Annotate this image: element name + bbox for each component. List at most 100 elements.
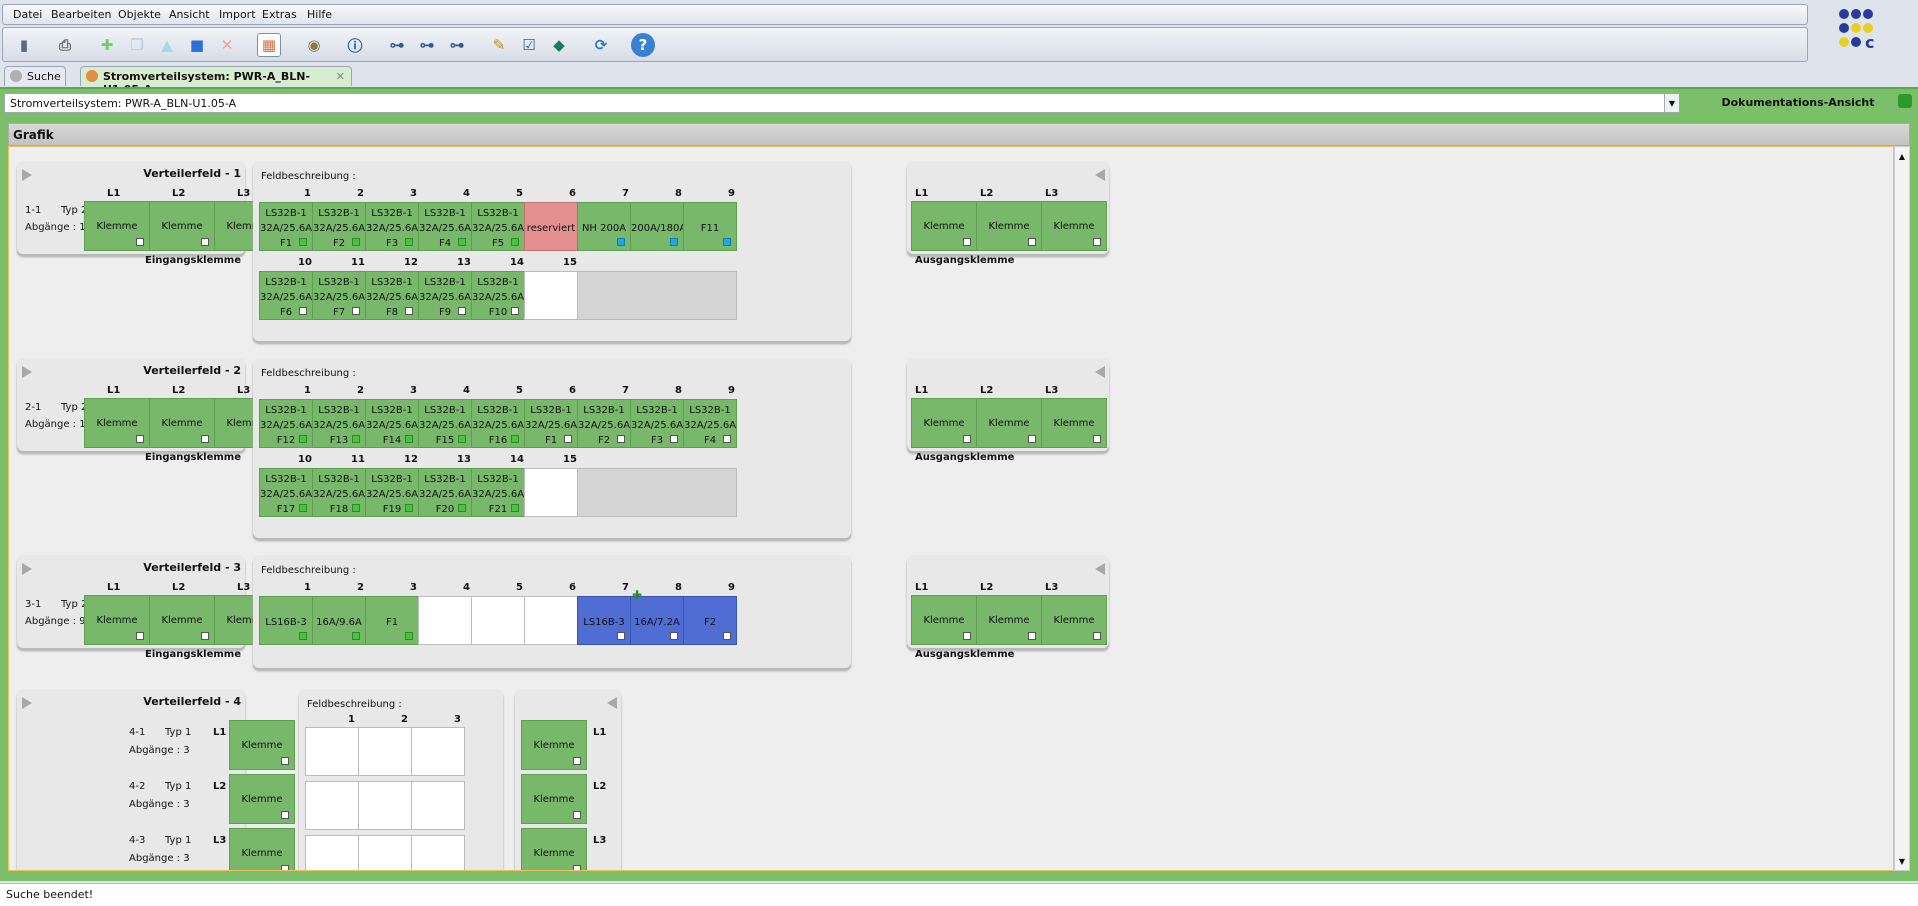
klemme-cell[interactable]: Klemme	[911, 201, 977, 251]
menu-hilfe[interactable]: Hilfe	[307, 8, 332, 21]
close-icon[interactable]: ✕	[336, 70, 345, 83]
outlet-cell[interactable]: LS32B-1 32A/25.6A F9	[418, 271, 472, 320]
outlet-cell[interactable]: LS32B-1 32A/25.6A F8	[365, 271, 419, 320]
outlet-cell[interactable]: LS32B-1 32A/25.6A F3	[630, 399, 684, 448]
help-icon[interactable]: ?	[631, 33, 655, 57]
outlet-cell[interactable]	[411, 835, 465, 870]
brush-icon[interactable]: ✎	[487, 33, 511, 57]
outlet-cell[interactable]: LS32B-1 32A/25.6A F12	[259, 399, 313, 448]
save-icon[interactable]: ■	[185, 33, 209, 57]
outlet-cell[interactable]	[411, 781, 465, 830]
outlet-cell[interactable]: 200A/180A	[630, 202, 686, 251]
paste-icon[interactable]: ▲	[155, 33, 179, 57]
klemme-cell[interactable]: Klemme	[84, 595, 150, 645]
plus-icon[interactable]: ✚	[632, 588, 642, 602]
outlet-cell[interactable]: LS32B-1 32A/25.6A F2	[312, 202, 366, 251]
outlet-cell[interactable]	[524, 468, 578, 517]
klemme-cell[interactable]: Klemme	[1041, 398, 1107, 448]
copy-icon[interactable]: ❐	[125, 33, 149, 57]
expand-right-icon[interactable]	[22, 169, 32, 181]
collapse-left-icon[interactable]	[1095, 366, 1105, 378]
tab-suche[interactable]: Suche	[4, 66, 66, 86]
object-select[interactable]: Stromverteilsystem: PWR-A_BLN-U1.05-A	[4, 93, 1680, 113]
outlet-cell[interactable]: LS32B-1 32A/25.6A F6	[259, 271, 313, 320]
outlet-cell[interactable]: LS32B-1 32A/25.6A F2	[577, 399, 631, 448]
klemme-cell[interactable]: Klemme	[521, 774, 587, 824]
klemme-cell[interactable]: Klemme	[229, 720, 295, 770]
refresh-icon[interactable]: ⟳	[589, 33, 613, 57]
menu-import[interactable]: Import	[219, 8, 256, 21]
outlet-cell[interactable]	[411, 727, 465, 776]
outlet-cell[interactable]: LS32B-1 32A/25.6A F10	[471, 271, 525, 320]
expand-right-icon[interactable]	[22, 366, 32, 378]
outlet-cell[interactable]	[524, 271, 578, 320]
klemme-cell[interactable]: Klemme	[976, 398, 1042, 448]
doc-view-icon[interactable]	[1898, 94, 1912, 108]
outlet-cell[interactable]: LS32B-1 32A/25.6A F5	[471, 202, 525, 251]
chevron-down-icon[interactable]: ▼	[1664, 94, 1679, 112]
outlet-cell[interactable]: LS32B-1 32A/25.6A F1	[259, 202, 313, 251]
klemme-cell[interactable]: Klemme	[976, 595, 1042, 645]
outlet-cell[interactable]: LS32B-1 32A/25.6A F4	[683, 399, 737, 448]
outlet-cell[interactable]: LS32B-1 32A/25.6A F4	[418, 202, 472, 251]
expand-right-icon[interactable]	[22, 697, 32, 709]
cubes-icon[interactable]: ◆	[547, 33, 571, 57]
outlet-cell[interactable]: LS32B-1 32A/25.6A F20	[418, 468, 472, 517]
klemme-cell[interactable]: Klemme	[149, 398, 215, 448]
doc-view-label[interactable]: Dokumentations-Ansicht	[1684, 92, 1912, 112]
outlet-cell[interactable]: LS32B-1 32A/25.6A F21	[471, 468, 525, 517]
klemme-cell[interactable]: Klemme	[149, 201, 215, 251]
menu-extras[interactable]: Extras	[262, 8, 297, 21]
outlet-cell[interactable]: LS32B-1 32A/25.6A F7	[312, 271, 366, 320]
klemme-cell[interactable]: Klemme	[229, 828, 295, 870]
collapse-left-icon[interactable]	[1095, 169, 1105, 181]
outlet-cell[interactable]: NH 200A	[577, 202, 631, 251]
door-icon[interactable]: ▮	[12, 33, 36, 57]
network-icon[interactable]: ⊶	[445, 33, 469, 57]
outlet-cell[interactable]: LS32B-1 32A/25.6A F14	[365, 399, 419, 448]
network-icon[interactable]: ⊶	[385, 33, 409, 57]
outlet-cell[interactable]: LS32B-1 32A/25.6A F19	[365, 468, 419, 517]
outlet-cell[interactable]	[305, 727, 359, 776]
collapse-left-icon[interactable]	[1095, 563, 1105, 575]
palette-icon[interactable]: ▦	[257, 33, 281, 57]
outlet-cell[interactable]: F11	[683, 202, 737, 251]
info-icon[interactable]: ⓘ	[343, 33, 367, 57]
klemme-cell[interactable]: Klemme	[911, 595, 977, 645]
outlet-cell[interactable]: F2	[683, 596, 737, 645]
outlet-cell[interactable]	[471, 596, 525, 645]
klemme-cell[interactable]: Klemme	[84, 398, 150, 448]
klemme-cell[interactable]: Klemme	[521, 828, 587, 870]
menu-bearbeiten[interactable]: Bearbeiten	[51, 8, 111, 21]
klemme-cell[interactable]: Klemme	[976, 201, 1042, 251]
outlet-cell[interactable]	[524, 596, 578, 645]
eye-icon[interactable]: ◉	[302, 33, 326, 57]
outlet-cell[interactable]: LS32B-1 32A/25.6A F17	[259, 468, 313, 517]
outlet-cell[interactable]: LS32B-1 32A/25.6A F13	[312, 399, 366, 448]
menu-ansicht[interactable]: Ansicht	[169, 8, 210, 21]
outlet-cell[interactable]: F1	[365, 596, 419, 645]
klemme-cell[interactable]: Klemme	[229, 774, 295, 824]
outlet-cell[interactable]: LS16B-3	[577, 596, 631, 645]
outlet-cell[interactable]	[358, 727, 412, 776]
collapse-left-icon[interactable]	[607, 697, 617, 709]
scroll-down-icon[interactable]: ▼	[1897, 856, 1907, 866]
outlet-cell[interactable]	[418, 596, 472, 645]
scroll-up-icon[interactable]: ▲	[1897, 151, 1907, 161]
klemme-cell[interactable]: Klemme	[149, 595, 215, 645]
outlet-cell[interactable]: 16A/7.2A	[630, 596, 684, 645]
expand-right-icon[interactable]	[22, 563, 32, 575]
outlet-cell[interactable]	[358, 781, 412, 830]
klemme-cell[interactable]: Klemme	[911, 398, 977, 448]
outlet-cell[interactable]: reserviert	[524, 202, 578, 251]
delete-icon[interactable]: ✕	[215, 33, 239, 57]
vertical-scrollbar[interactable]: ▲ ▼	[1894, 146, 1910, 871]
klemme-cell[interactable]: Klemme	[521, 720, 587, 770]
printer-icon[interactable]: ⎙	[53, 33, 77, 57]
klemme-cell[interactable]: Klemme	[1041, 595, 1107, 645]
klemme-cell[interactable]: Klemme	[84, 201, 150, 251]
outlet-cell[interactable]: LS32B-1 32A/25.6A F16	[471, 399, 525, 448]
klemme-cell[interactable]: Klemme	[1041, 201, 1107, 251]
add-icon[interactable]: ✚	[95, 33, 119, 57]
outlet-cell[interactable]: LS32B-1 32A/25.6A F1	[524, 399, 578, 448]
